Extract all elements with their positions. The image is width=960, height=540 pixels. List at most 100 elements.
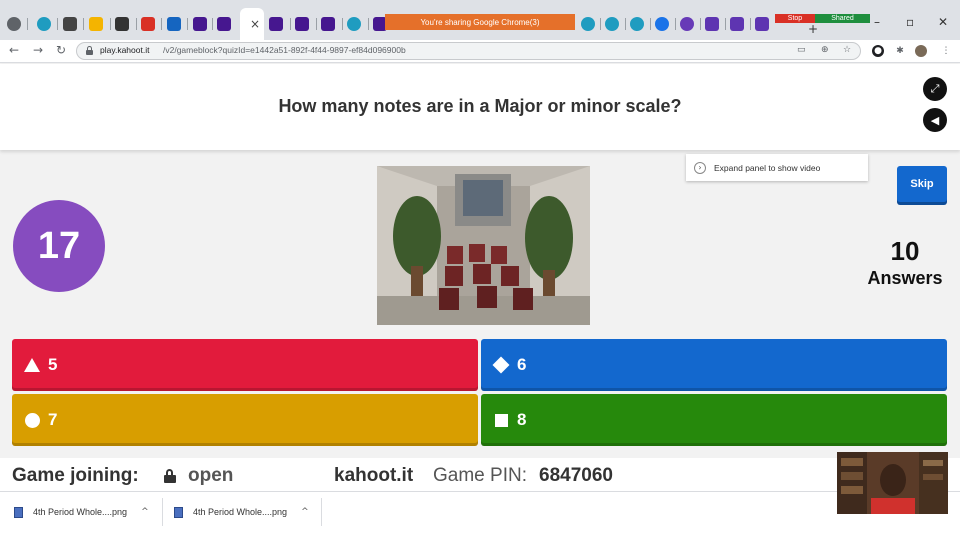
tab-chrome[interactable]	[4, 14, 24, 34]
tab-app[interactable]	[344, 14, 364, 34]
chevron-up-icon[interactable]: ^	[301, 507, 309, 517]
expand-panel-label: Expand panel to show video	[714, 162, 821, 173]
folder-icon	[89, 17, 103, 31]
restore-icon[interactable]: ▫	[906, 15, 914, 29]
tab-divider	[57, 18, 58, 30]
browser-toolbar: ← → ↻ play.kahoot.it /v2/gameblock?quizI…	[0, 40, 960, 63]
zoom-icon[interactable]: ⊕	[821, 45, 829, 55]
url-host: play.kahoot.it	[100, 45, 150, 55]
tab-divider	[342, 18, 343, 30]
webcam-feed	[837, 452, 948, 514]
tab-app[interactable]	[602, 14, 622, 34]
fullscreen-icon[interactable]: ⤢	[923, 77, 947, 101]
tab-app[interactable]	[702, 14, 722, 34]
game-footer: Game joining: open kahoot.it Game PIN: 6…	[0, 458, 960, 491]
sound-icon[interactable]: ◀	[923, 108, 947, 132]
minimize-icon[interactable]: –	[874, 15, 880, 29]
answers-label: Answers	[867, 268, 943, 288]
answer-text: 6	[517, 355, 527, 374]
tab-app[interactable]	[727, 14, 747, 34]
tab-divider	[161, 18, 162, 30]
tab-app[interactable]	[34, 14, 54, 34]
game-pin-label: Game PIN:	[433, 465, 527, 486]
divider	[162, 498, 163, 526]
chevron-up-icon[interactable]: ^	[141, 507, 149, 517]
kahoot-icon	[321, 17, 335, 31]
kahoot-icon	[295, 17, 309, 31]
tab-app[interactable]	[112, 14, 132, 34]
answer-triangle[interactable]: 5	[12, 339, 478, 391]
shield-icon	[755, 17, 769, 31]
tab-app[interactable]	[164, 14, 184, 34]
tab-divider	[212, 18, 213, 30]
tab-app[interactable]	[752, 14, 772, 34]
address-bar[interactable]: play.kahoot.it /v2/gameblock?quizId=e144…	[76, 42, 861, 60]
tab-app[interactable]	[677, 14, 697, 34]
tab-divider	[600, 18, 601, 30]
extension-icon[interactable]: ●	[872, 45, 884, 57]
kahoot-icon	[193, 17, 207, 31]
square-icon	[491, 411, 511, 429]
expand-video-panel[interactable]: › Expand panel to show video	[686, 154, 868, 181]
webcam-preview[interactable]	[837, 452, 948, 514]
circle-app-icon	[605, 17, 619, 31]
lock-icon[interactable]	[86, 46, 93, 55]
chrome-icon	[7, 17, 21, 31]
circle-icon	[22, 411, 42, 429]
answer-circle[interactable]: 7	[12, 394, 478, 446]
tab-app[interactable]	[652, 14, 672, 34]
tab-kahoot[interactable]	[266, 14, 286, 34]
tab-kahoot[interactable]	[190, 14, 210, 34]
new-tab-icon[interactable]: +	[808, 22, 818, 36]
tab-divider	[316, 18, 317, 30]
close-window-icon[interactable]: ✕	[938, 15, 948, 29]
tab-kahoot[interactable]	[318, 14, 338, 34]
unlock-icon[interactable]	[164, 469, 176, 483]
close-tab-icon[interactable]: ×	[250, 17, 260, 31]
tab-divider	[650, 18, 651, 30]
image-file-icon	[174, 506, 183, 518]
avatar[interactable]	[915, 45, 927, 57]
back-icon[interactable]: ←	[9, 43, 19, 57]
p-app-icon	[167, 17, 181, 31]
puzzle-icon[interactable]: ✱	[894, 45, 906, 57]
diamond-icon	[491, 356, 511, 374]
answers-count: 10	[890, 236, 920, 266]
answer-square[interactable]: 8	[481, 394, 947, 446]
tab-app[interactable]	[86, 14, 106, 34]
download-item[interactable]: 4th Period Whole....png ^	[174, 502, 309, 522]
tab-kahoot[interactable]	[214, 14, 234, 34]
game-joining-label: Game joining:	[12, 465, 139, 486]
download-item[interactable]: 4th Period Whole....png ^	[14, 502, 149, 522]
reload-icon[interactable]: ↻	[56, 43, 66, 57]
instagram-icon	[115, 17, 129, 31]
menu-icon[interactable]: ⋮	[940, 45, 952, 57]
kahoot-icon	[269, 17, 283, 31]
tab-divider	[750, 18, 751, 30]
grid-app-icon	[63, 17, 77, 31]
cast-icon[interactable]: ▭	[797, 45, 806, 55]
bookmark-star-icon[interactable]: ☆	[843, 45, 851, 55]
tab-divider	[136, 18, 137, 30]
question-title: How many notes are in a Major or minor s…	[278, 96, 682, 116]
forward-icon[interactable]: →	[33, 43, 43, 57]
skip-button[interactable]: Skip	[897, 166, 947, 202]
shield-icon	[705, 17, 719, 31]
tab-app[interactable]	[578, 14, 598, 34]
tab-app[interactable]	[627, 14, 647, 34]
circle-app-icon	[37, 17, 51, 31]
tab-app[interactable]	[60, 14, 80, 34]
chevron-right-icon: ›	[694, 161, 706, 174]
shared-indicator: Shared	[815, 14, 870, 23]
tab-divider	[83, 18, 84, 30]
tab-kahoot[interactable]	[292, 14, 312, 34]
answer-text: 7	[48, 410, 58, 429]
triangle-icon	[22, 356, 42, 374]
tab-app[interactable]	[138, 14, 158, 34]
divider	[321, 498, 322, 526]
tab-strip: × You're sharing Google Chrome(3) Stop S…	[0, 0, 960, 40]
game-pin: 6847060	[539, 465, 613, 486]
tab-divider	[27, 18, 28, 30]
shield-icon	[730, 17, 744, 31]
answer-diamond[interactable]: 6	[481, 339, 947, 391]
